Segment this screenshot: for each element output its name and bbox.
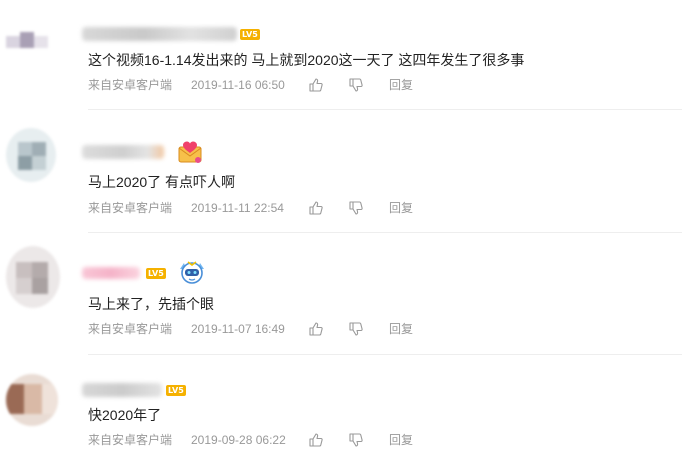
comment-meta: 来自安卓客户端 2019-09-28 06:22 回复 — [88, 431, 413, 448]
comment-meta: 来自安卓客户端 2019-11-11 22:54 回复 — [88, 199, 413, 216]
reply-button[interactable]: 回复 — [389, 320, 413, 337]
timestamp: 2019-11-16 06:50 — [191, 77, 285, 92]
comment-text: 快2020年了 — [88, 407, 162, 423]
avatar[interactable] — [6, 128, 56, 182]
dislike-button[interactable] — [349, 321, 389, 336]
thumbs-up-icon — [309, 200, 323, 215]
divider — [88, 354, 682, 355]
username-row: LV5 — [82, 261, 206, 284]
like-button[interactable] — [309, 200, 349, 215]
comment-text: 马上来了，先插个眼 — [88, 296, 214, 312]
like-button[interactable] — [309, 321, 349, 336]
timestamp: 2019-09-28 06:22 — [191, 432, 286, 447]
thumbs-down-icon — [349, 432, 363, 447]
thumbs-down-icon — [349, 200, 363, 215]
source-label: 来自安卓客户端 — [88, 78, 173, 92]
username[interactable] — [82, 267, 140, 279]
reply-button[interactable]: 回复 — [389, 199, 413, 216]
source-label: 来自安卓客户端 — [88, 201, 173, 215]
like-button[interactable] — [309, 432, 349, 447]
comment-text: 这个视频16-1.14发出来的 马上就到2020这一天了 这四年发生了很多事 — [88, 52, 525, 68]
level-badge: LV5 — [146, 267, 166, 279]
dislike-button[interactable] — [349, 77, 389, 92]
username[interactable] — [82, 383, 162, 397]
robot-mascot-icon — [179, 261, 204, 284]
level-badge: LV5 — [240, 28, 260, 40]
thumbs-down-icon — [349, 321, 363, 336]
thumbs-up-icon — [309, 77, 323, 92]
source-label: 来自安卓客户端 — [88, 322, 173, 336]
dislike-button[interactable] — [349, 200, 389, 215]
source-label: 来自安卓客户端 — [88, 433, 173, 447]
thumbs-up-icon — [309, 432, 323, 447]
username-row: LV5 — [82, 23, 260, 45]
username[interactable] — [82, 145, 164, 159]
reply-button[interactable]: 回复 — [389, 431, 413, 448]
avatar[interactable] — [6, 246, 60, 308]
avatar[interactable] — [6, 374, 58, 426]
username[interactable] — [82, 27, 237, 41]
timestamp: 2019-11-07 16:49 — [191, 321, 285, 336]
username-row — [82, 141, 204, 163]
timestamp: 2019-11-11 22:54 — [191, 200, 284, 215]
username-row: LV5 — [82, 379, 186, 401]
thumbs-down-icon — [349, 77, 363, 92]
like-button[interactable] — [309, 77, 349, 92]
thumbs-up-icon — [309, 321, 323, 336]
reply-button[interactable]: 回复 — [389, 76, 413, 93]
comment-meta: 来自安卓客户端 2019-11-16 06:50 回复 — [88, 76, 413, 93]
divider — [88, 232, 682, 233]
avatar[interactable] — [6, 22, 58, 62]
level-badge: LV5 — [166, 384, 186, 396]
dislike-button[interactable] — [349, 432, 389, 447]
comment-text: 马上2020了 有点吓人啊 — [88, 174, 236, 190]
divider — [88, 109, 682, 110]
comment-meta: 来自安卓客户端 2019-11-07 16:49 回复 — [88, 320, 413, 337]
heart-envelope-icon — [178, 141, 202, 163]
